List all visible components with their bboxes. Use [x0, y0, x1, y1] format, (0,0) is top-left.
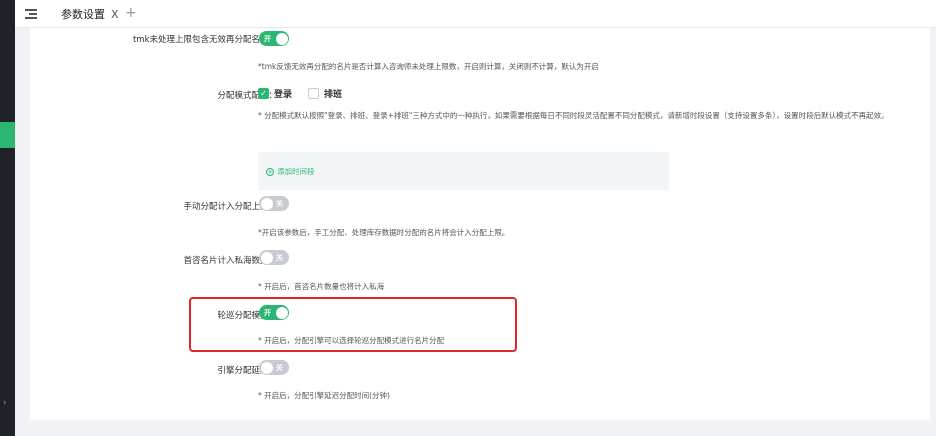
checkbox-shift[interactable] [308, 88, 320, 99]
add-period-label: 添加时间段 [277, 167, 315, 176]
mode-options: ✓ 登录 排班 [258, 87, 342, 100]
add-period-button[interactable]: + 添加时间段 [266, 166, 315, 177]
switch-state-text: 开 [264, 34, 271, 43]
switch-state-text: 关 [276, 253, 283, 262]
first-consult-switch[interactable]: 关 [259, 250, 289, 265]
switch-state-text: 关 [276, 363, 283, 372]
option-login-label[interactable]: 登录 [274, 87, 292, 100]
highlight-box [189, 297, 517, 352]
manual-switch[interactable]: 关 [259, 196, 289, 211]
tmk-limit-hint: *tmk反馈无效再分配的名片是否计算入咨询师未处理上限数，开启则计算，关闭则不计… [258, 62, 599, 71]
engine-delay-switch[interactable]: 关 [259, 360, 289, 375]
left-nav-rail: › [0, 0, 15, 436]
tab-bar: 参数设置 X + [15, 0, 936, 28]
close-icon[interactable]: X [111, 8, 119, 21]
tmk-limit-switch[interactable]: 开 [259, 31, 289, 46]
switch-knob [260, 251, 273, 264]
plus-icon[interactable]: + [125, 5, 137, 21]
option-shift-label[interactable]: 排班 [324, 87, 342, 100]
nav-active-indicator[interactable] [0, 122, 15, 148]
chevron-right-icon[interactable]: › [3, 398, 7, 408]
engine-delay-hint: * 开启后，分配引擎延迟分配时间(分钟) [258, 391, 390, 400]
settings-card: tmk未处理上限包含无效再分配名片： 开 *tmk反馈无效再分配的名片是否计算入… [30, 28, 930, 420]
switch-knob [260, 361, 273, 374]
mode-hint: * 分配模式默认按照"登录、排班、登录+排班"三种方式中的一种执行，如果需要根据… [258, 111, 889, 120]
switch-knob [260, 197, 273, 210]
plus-circle-icon: + [266, 167, 274, 176]
switch-knob [275, 32, 288, 45]
tmk-limit-label: tmk未处理上限包含无效再分配名片： [132, 35, 277, 45]
tab-parameter-settings[interactable]: 参数设置 X [61, 0, 119, 28]
menu-collapse-icon[interactable] [25, 8, 37, 20]
time-period-panel: + 添加时间段 [258, 152, 669, 190]
first-consult-hint: * 开启后，首咨名片数量也将计入私海 [258, 282, 385, 291]
switch-state-text: 关 [276, 199, 283, 208]
tab-label: 参数设置 [61, 8, 105, 21]
manual-hint: *开启该参数后，手工分配、处理库存数据时分配的名片将会计入分配上限。 [258, 228, 510, 237]
check-icon[interactable]: ✓ [258, 88, 269, 99]
